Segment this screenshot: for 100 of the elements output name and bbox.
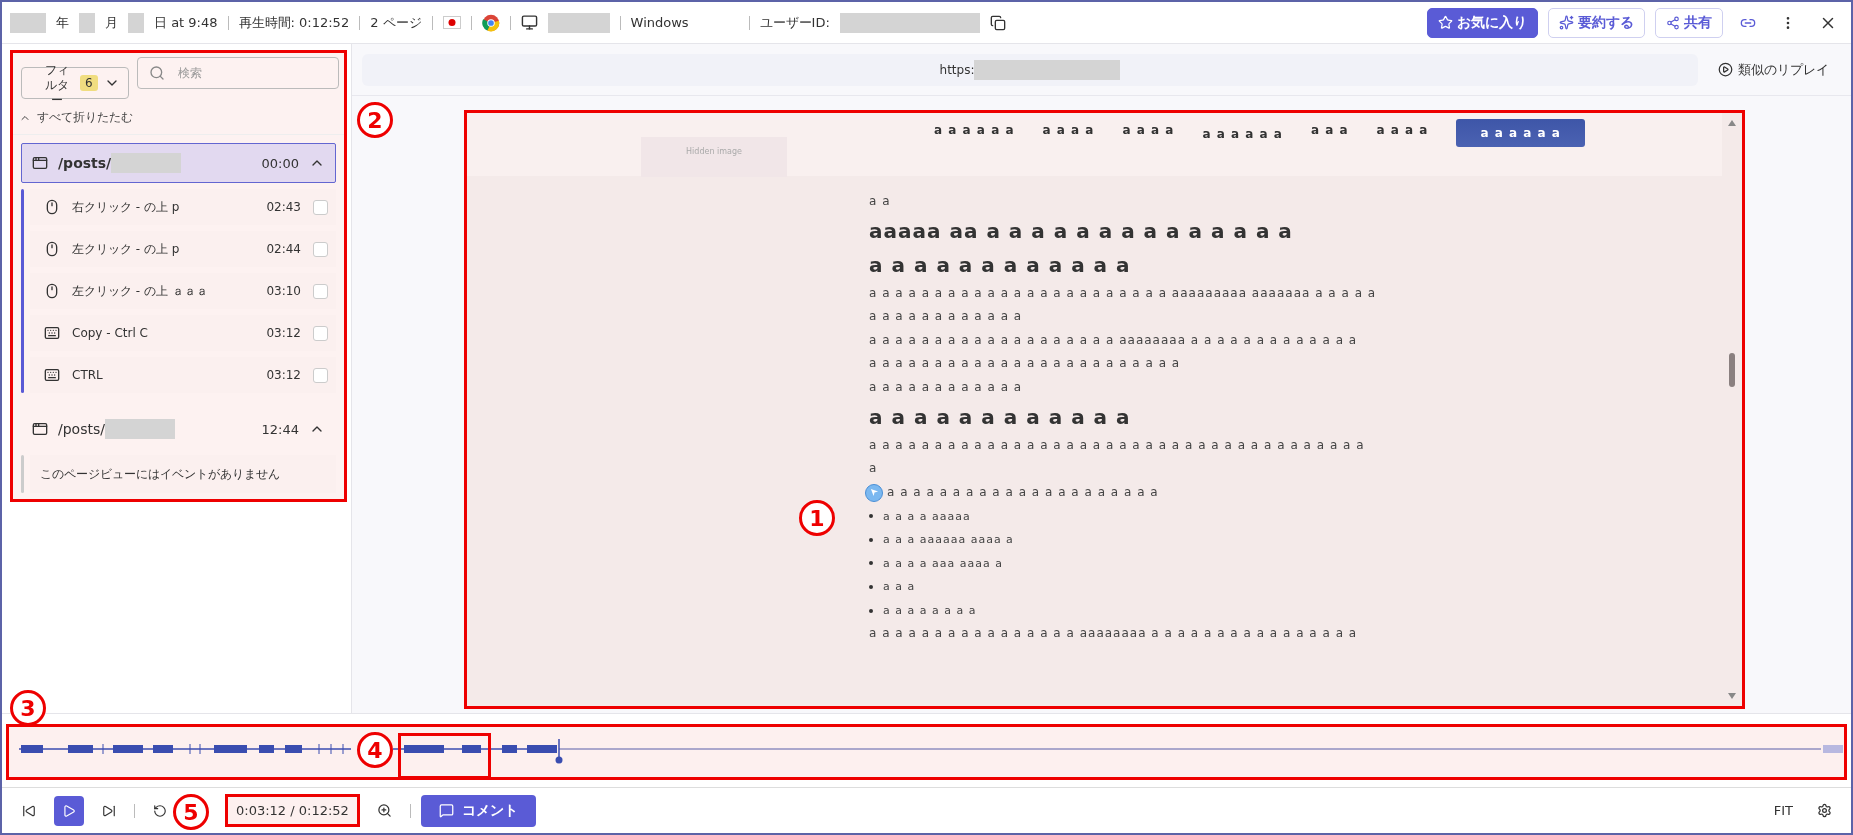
page-count: 2 ページ <box>370 13 422 32</box>
action-button[interactable]: お気に入り <box>1427 7 1538 38</box>
list-item: a a a <box>869 575 916 599</box>
page-heading: a a a a a a a a a a a a <box>869 251 1131 279</box>
play-icon <box>62 803 76 818</box>
page-text: a <box>869 460 878 478</box>
nav-link[interactable]: a a a <box>1310 123 1349 137</box>
keyboard-icon <box>44 325 60 341</box>
nav-button[interactable]: a a a a a a <box>1456 119 1585 147</box>
page-text: a a a a a a a a a a a a a a a a a a a a a a a aaaaaaaaa aaaaaaa a a a a a <box>869 284 1377 302</box>
play-button[interactable] <box>54 795 84 826</box>
date-text: 日 at 9:48 <box>154 13 218 32</box>
event-label: 左クリック - の上 ａａａ <box>72 282 208 300</box>
page-heading: aaaaa aa a a a a a a a a a a a a a a <box>869 217 1293 245</box>
page-text: a a <box>869 193 891 210</box>
comment-button[interactable]: コメント <box>420 794 536 827</box>
page-text: a a a a a a a a a a a a <box>869 308 1023 326</box>
window-icon <box>32 155 48 171</box>
scroll-up-icon[interactable] <box>1727 119 1737 127</box>
play-time: 再生時間: 0:12:52 <box>238 13 350 32</box>
keyboard-icon <box>44 367 60 383</box>
list-item: a a a a a a a a <box>869 598 977 623</box>
fit-button[interactable]: FIT <box>1767 802 1799 819</box>
nav-link[interactable]: a a a a <box>1042 123 1095 137</box>
page-time: 12:44 <box>261 421 299 437</box>
callout-number: 3 <box>10 690 46 726</box>
redaction-bar <box>10 12 46 33</box>
redaction-bar <box>79 12 95 33</box>
skip-forward-icon <box>102 803 116 818</box>
placeholder-label: Hidden image <box>686 147 742 157</box>
nav-link[interactable]: a a a a <box>1122 123 1175 137</box>
time-display: 0:03:12 / 0:12:52 <box>225 794 360 827</box>
star-icon <box>1438 15 1453 30</box>
page-header[interactable]: /posts/ 00:00 <box>21 143 336 183</box>
checkbox[interactable] <box>313 283 328 299</box>
page-text: a a a a a a a a a a a a a a a a a a a a a a a a <box>869 355 1181 373</box>
page-heading: a a a a a a a a a a a a <box>869 403 1131 431</box>
page-header[interactable]: /posts/ 12:44 <box>21 409 336 449</box>
callout-number: 5 <box>173 794 209 830</box>
search-icon <box>148 65 165 81</box>
copy-icon[interactable] <box>989 14 1006 31</box>
event-time: 03:12 <box>266 326 301 340</box>
checkbox[interactable] <box>313 325 328 341</box>
mouse-icon <box>44 199 60 215</box>
event-time: 03:10 <box>266 284 301 298</box>
event-label: 右クリック - の上 p <box>72 198 180 216</box>
url-text: https: <box>939 62 975 77</box>
list-item: a a a a aaaaa <box>869 504 971 528</box>
page-text: a a a a a a a a a a a a <box>869 378 1023 396</box>
page-path: /posts/ <box>58 421 105 437</box>
page-time: 00:00 <box>261 155 299 171</box>
monitor-icon <box>520 14 538 31</box>
nav-link[interactable]: a a a a <box>1376 123 1429 137</box>
settings-icon <box>1816 803 1832 818</box>
checkbox[interactable] <box>313 367 328 383</box>
sparkle-icon <box>1559 15 1574 30</box>
page-path: /posts/ <box>58 155 112 171</box>
skip-back-icon <box>22 803 36 818</box>
mouse-icon <box>44 241 60 257</box>
page-text: a a a a a a a a a a a a a a a a a a a a a a a a a a a a a a a a a a a a a a <box>869 436 1365 454</box>
page-text: a a a a a a a a a a a a a a a a a a a aaaaaaaa a a a a a a a a a a a a a <box>869 331 1358 349</box>
nav-link[interactable]: a a a a a a <box>934 123 1015 137</box>
filter-count: 6 <box>80 75 98 91</box>
redaction-bar <box>547 12 610 33</box>
playhead[interactable] <box>555 738 563 764</box>
filter-button[interactable]: フィルター 6 <box>21 67 129 99</box>
event-time: 02:43 <box>266 200 301 214</box>
redaction-bar <box>111 153 182 173</box>
scroll-down-icon[interactable] <box>1727 692 1737 700</box>
search-field[interactable]: 検索 <box>136 57 339 89</box>
scroll-thumb[interactable] <box>1729 353 1735 387</box>
similar-replays-button[interactable]: 類似のリプレイ <box>1712 59 1835 80</box>
event-time: 03:12 <box>266 368 301 382</box>
event-label: Copy - Ctrl C <box>72 326 148 340</box>
redaction-bar <box>104 419 175 439</box>
rewind-icon <box>153 803 167 818</box>
date-text: 月 <box>105 13 118 32</box>
browser-icon <box>481 13 500 32</box>
play-circle-icon <box>1718 62 1733 77</box>
window-icon <box>32 421 48 437</box>
zoom-in-icon <box>377 803 393 818</box>
mouse-icon <box>44 283 60 299</box>
checkbox[interactable] <box>313 241 328 257</box>
page-text: a a a a a a a a a a a a a a a a a a a a a <box>887 483 1159 501</box>
user-id-label: ユーザーID: <box>759 13 830 32</box>
share-icon <box>1666 15 1680 30</box>
event-time: 02:44 <box>266 242 301 256</box>
list-item: a a a a aaa aaaa a <box>869 551 1003 576</box>
page-text: a a a a a a a a a a a a a a a a aaaaaaaa a a a a a a a a a a a a a a a a <box>869 625 1358 643</box>
redaction-bar <box>128 12 144 33</box>
event-label: CTRL <box>72 368 103 382</box>
checkbox[interactable] <box>313 199 328 215</box>
event-label: 左クリック - の上 p <box>72 240 180 258</box>
os-name: Windows <box>630 15 689 30</box>
nav-link[interactable]: a a a a a a <box>1202 127 1283 141</box>
flag-icon <box>442 16 461 29</box>
action-button[interactable]: 要約する <box>1548 7 1645 38</box>
date-text: 年 <box>56 13 69 32</box>
action-button[interactable]: 共有 <box>1655 7 1723 38</box>
list-item: a a a aaaaaa aaaa a <box>869 527 1014 552</box>
